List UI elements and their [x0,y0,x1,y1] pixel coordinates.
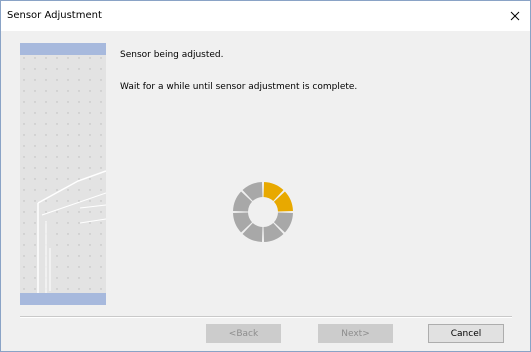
window-title: Sensor Adjustment [7,10,102,21]
loading-spinner-icon [233,182,293,242]
close-button[interactable] [500,1,530,31]
close-icon [510,11,520,21]
status-message: Sensor being adjusted. [120,50,224,60]
instruction-message: Wait for a while until sensor adjustment… [120,82,358,92]
cancel-button[interactable]: Cancel [428,324,504,343]
printer-side-image [20,43,106,305]
back-button-label: <Back [228,328,259,339]
back-button[interactable]: <Back [206,324,281,343]
cancel-button-label: Cancel [450,328,482,339]
next-button[interactable]: Next> [318,324,393,343]
next-button-label: Next> [341,328,370,339]
footer-separator [20,316,512,318]
title-bar: Sensor Adjustment [1,1,530,31]
dialog-window: Sensor Adjustment Sensor being adjusted.… [0,0,531,352]
